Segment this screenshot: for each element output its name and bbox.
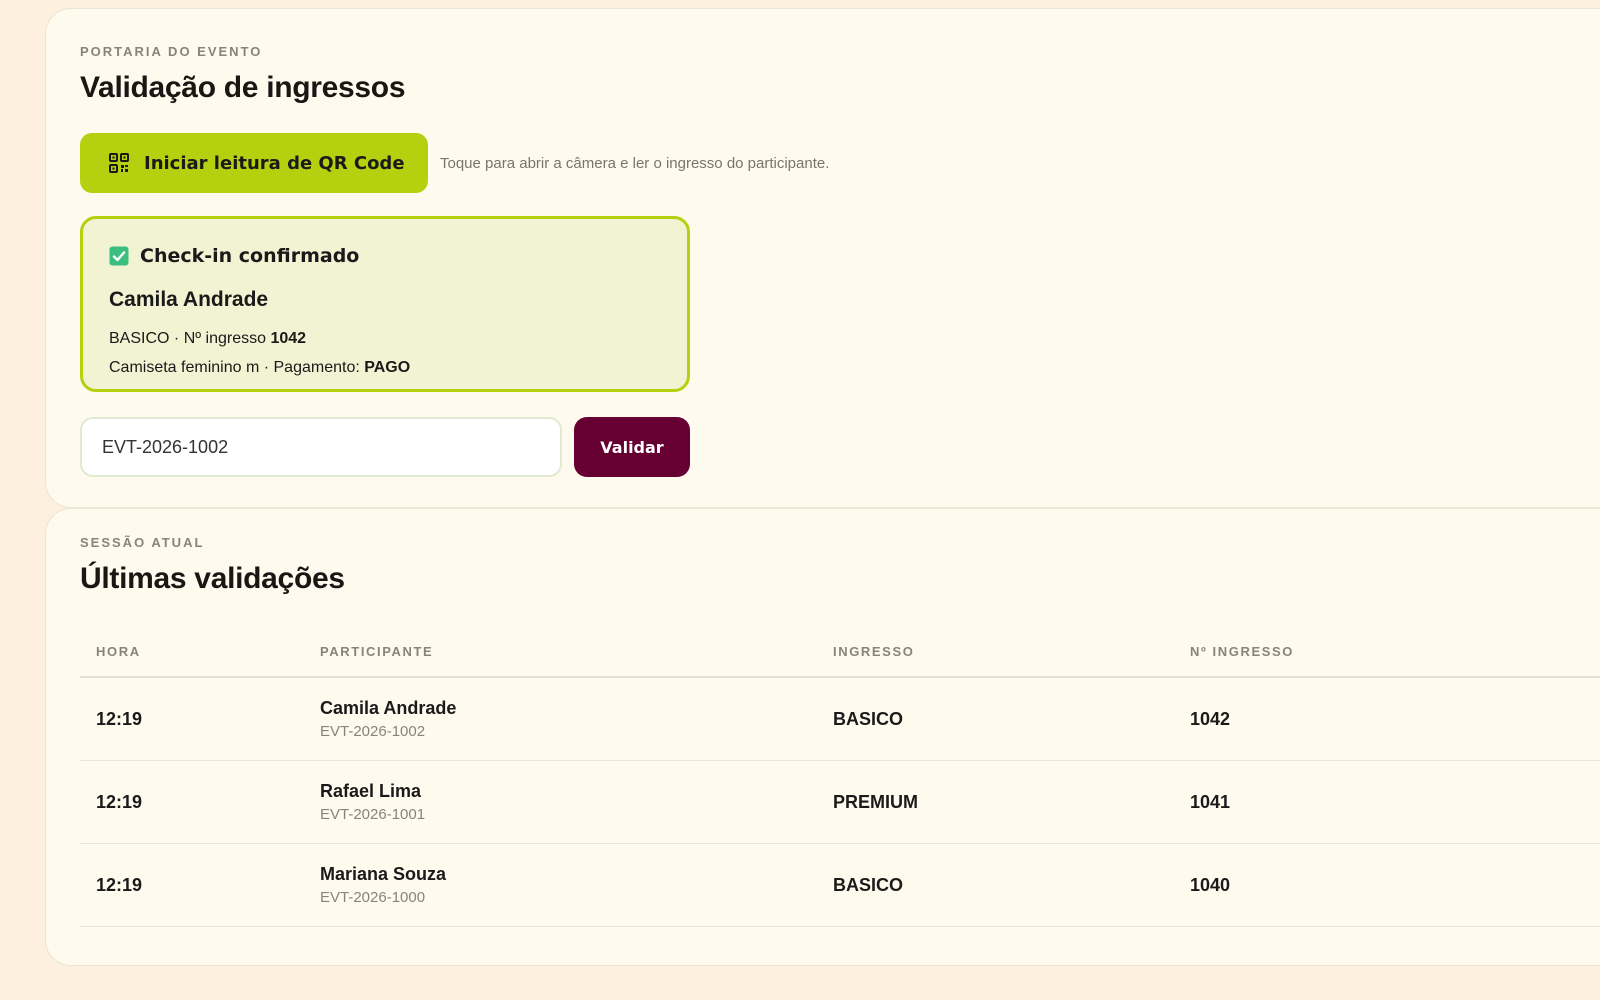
column-header-participant: PARTICIPANTE <box>320 643 434 659</box>
table-header: HORA PARTICIPANTE INGRESSO Nº INGRESSO <box>80 626 1600 678</box>
row-participant-name: Camila Andrade <box>320 698 457 718</box>
column-header-ticket-number: Nº INGRESSO <box>1190 643 1294 659</box>
row-participant: Mariana Souza EVT-2026-1000 <box>320 864 833 906</box>
row-time: 12:19 <box>96 874 143 895</box>
row-ticket-type: BASICO <box>833 708 904 729</box>
row-ticket-type: PREMIUM <box>833 791 918 812</box>
qr-code-icon <box>109 153 129 173</box>
row-ticket-number: 1040 <box>1190 874 1231 895</box>
ticket-info-line: BASICO · Nº ingresso 1042 <box>109 330 307 347</box>
status-title: Check-in confirmado <box>140 245 360 267</box>
row-ticket-type: BASICO <box>833 874 904 895</box>
section-title: Últimas validações <box>80 562 345 595</box>
row-participant: Camila Andrade EVT-2026-1002 <box>320 698 833 740</box>
row-participant-name: Rafael Lima <box>320 781 422 801</box>
column-header-ticket: INGRESSO <box>833 643 915 659</box>
ticket-type: BASICO <box>109 330 170 347</box>
session-eyebrow: SESSÃO ATUAL <box>80 535 205 550</box>
check-icon <box>109 246 129 266</box>
table-row[interactable]: 12:19 Mariana Souza EVT-2026-1000 BASICO… <box>80 844 1600 927</box>
start-qr-scan-label: Iniciar leitura de QR Code <box>144 152 405 174</box>
table-row[interactable]: 12:19 Rafael Lima EVT-2026-1001 PREMIUM … <box>80 761 1600 844</box>
checkin-status-box: Check-in confirmado Camila Andrade BASIC… <box>80 216 690 392</box>
row-participant-code: EVT-2026-1001 <box>320 806 426 823</box>
payment-label: Pagamento: <box>273 359 360 376</box>
start-qr-scan-button[interactable]: Iniciar leitura de QR Code <box>80 133 428 193</box>
scan-hint: Toque para abrir a câmera e ler o ingres… <box>440 155 830 172</box>
validate-button[interactable]: Validar <box>574 417 690 477</box>
row-participant-code: EVT-2026-1000 <box>320 889 426 906</box>
recent-validations-card: SESSÃO ATUAL Últimas validações HORA PAR… <box>45 508 1600 966</box>
table-row[interactable]: 12:19 Camila Andrade EVT-2026-1002 BASIC… <box>80 678 1600 761</box>
row-participant-name: Mariana Souza <box>320 864 447 884</box>
payment-info-line: Camiseta feminino m · Pagamento: PAGO <box>109 359 411 376</box>
row-participant-code: EVT-2026-1002 <box>320 723 426 740</box>
row-participant: Rafael Lima EVT-2026-1001 <box>320 781 833 823</box>
participant-name: Camila Andrade <box>109 288 269 311</box>
ticket-code-input[interactable] <box>80 417 562 477</box>
column-header-time: HORA <box>96 643 141 659</box>
status-header: Check-in confirmado <box>109 245 359 267</box>
row-time: 12:19 <box>96 791 143 812</box>
row-ticket-number: 1042 <box>1190 708 1231 729</box>
page-title: Validação de ingressos <box>80 71 406 104</box>
validation-eyebrow: PORTARIA DO EVENTO <box>80 44 263 59</box>
ticket-number-label: Nº ingresso <box>183 330 267 347</box>
payment-status: PAGO <box>364 359 411 376</box>
validation-card: PORTARIA DO EVENTO Validação de ingresso… <box>45 8 1600 508</box>
shirt-info: Camiseta feminino m <box>109 359 260 376</box>
row-time: 12:19 <box>96 708 143 729</box>
ticket-number: 1042 <box>270 330 307 347</box>
row-ticket-number: 1041 <box>1190 791 1231 812</box>
validations-table: HORA PARTICIPANTE INGRESSO Nº INGRESSO 1… <box>80 626 1600 927</box>
